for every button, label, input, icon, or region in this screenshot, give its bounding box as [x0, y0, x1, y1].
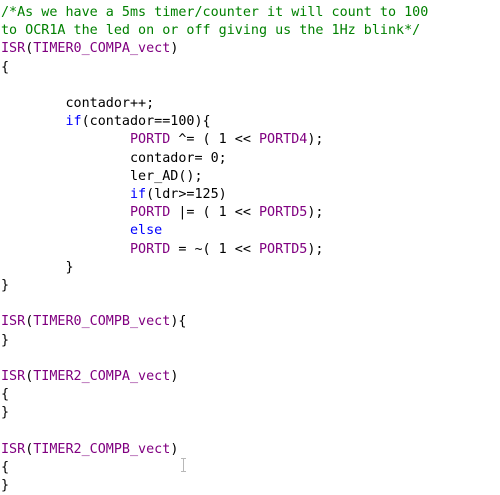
code-token-keyword: else: [130, 223, 163, 239]
code-token-macro: TIMER2_COMPB_vect: [33, 441, 171, 457]
code-line[interactable]: /*As we have a 5ms timer/counter it will…: [1, 4, 428, 22]
code-token-plain: ler_AD();: [1, 168, 203, 184]
code-token-plain: ): [170, 441, 179, 457]
code-token-plain: );: [307, 205, 324, 221]
code-token-keyword: if: [130, 187, 147, 202]
code-token-plain: {: [1, 59, 10, 75]
code-token-macro: PORTD5: [259, 205, 308, 221]
code-token-plain: |= ( 1 <<: [170, 205, 259, 221]
code-token-plain: (contador==100){: [81, 114, 211, 130]
code-line[interactable]: ISR(TIMER2_COMPA_vect): [1, 368, 178, 386]
code-line[interactable]: to OCR1A the led on or off giving us the…: [1, 22, 420, 40]
code-line[interactable]: PORTD |= ( 1 << PORTD5);: [1, 204, 324, 222]
code-line[interactable]: if(contador==100){: [1, 113, 211, 131]
code-token-macro: TIMER0_COMPB_vect: [33, 314, 171, 330]
code-line[interactable]: }: [1, 404, 9, 422]
code-token-macro: PORTD: [130, 241, 171, 257]
code-token-macro: ISR: [1, 441, 26, 457]
code-line[interactable]: }: [1, 259, 74, 277]
code-token-plain: }: [1, 405, 10, 421]
code-token-macro: ISR: [1, 314, 26, 330]
code-token-macro: TIMER2_COMPA_vect: [33, 369, 171, 384]
code-token-plain: ): [170, 369, 179, 384]
code-line[interactable]: if(ldr>=125): [1, 186, 227, 204]
code-line[interactable]: {: [1, 59, 9, 77]
code-token-plain: );: [307, 241, 324, 257]
code-token-plain: ){: [170, 314, 187, 330]
code-token-macro: PORTD5: [259, 241, 308, 257]
code-token-plain: {: [1, 460, 10, 475]
code-token-macro: TIMER0_COMPA_vect: [33, 41, 171, 57]
code-token-plain: contador= 0;: [1, 150, 227, 166]
code-line[interactable]: ISR(TIMER2_COMPB_vect): [1, 441, 178, 459]
code-line[interactable]: ler_AD();: [1, 168, 203, 186]
code-token-macro: PORTD: [130, 205, 171, 221]
code-line[interactable]: {: [1, 386, 9, 404]
code-token-macro: ISR: [1, 41, 26, 57]
code-token-keyword: if: [65, 114, 82, 130]
code-token-plain: {: [1, 387, 10, 403]
code-line[interactable]: PORTD ^= ( 1 << PORTD4);: [1, 131, 324, 149]
code-token-plain: ^= ( 1 <<: [170, 132, 259, 148]
code-token-plain: = ~( 1 <<: [170, 241, 259, 257]
code-line[interactable]: contador++;: [1, 95, 154, 113]
code-line[interactable]: }: [1, 477, 9, 495]
code-line[interactable]: {: [1, 459, 9, 477]
code-token-plain: ): [170, 41, 179, 57]
code-line[interactable]: ISR(TIMER0_COMPA_vect): [1, 40, 178, 58]
code-token-macro: ISR: [1, 369, 26, 384]
code-token-macro: PORTD4: [259, 132, 308, 148]
code-line[interactable]: contador= 0;: [1, 150, 227, 168]
code-token-plain: contador++;: [1, 96, 155, 111]
code-token-macro: PORTD: [130, 132, 171, 148]
code-editor[interactable]: /*As we have a 5ms timer/counter it will…: [0, 0, 500, 493]
code-token-plain: (ldr>=125): [146, 187, 227, 202]
code-line[interactable]: PORTD = ~( 1 << PORTD5);: [1, 241, 324, 259]
code-line[interactable]: }: [1, 332, 9, 350]
code-token-plain: }: [1, 478, 10, 494]
code-line[interactable]: ISR(TIMER0_COMPB_vect){: [1, 313, 186, 331]
code-token-comment: to OCR1A the led on or off giving us the…: [1, 23, 421, 39]
code-token-plain: }: [1, 332, 10, 348]
code-token-comment: /*As we have a 5ms timer/counter it will…: [1, 5, 429, 20]
code-line[interactable]: else: [1, 222, 162, 240]
text-cursor-icon: [181, 458, 186, 472]
code-token-plain: }: [1, 278, 10, 293]
code-token-plain: }: [1, 259, 74, 275]
code-token-plain: );: [307, 132, 324, 148]
code-line[interactable]: }: [1, 277, 9, 295]
